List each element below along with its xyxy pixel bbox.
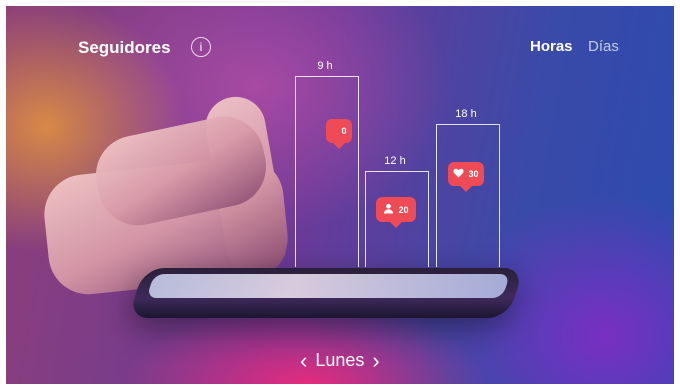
background-photo: Seguidores i Horas Días 9 h 0 12 h 20 18… (6, 6, 674, 384)
bar-9h (295, 76, 359, 267)
badge-value-9h: 0 (341, 126, 347, 136)
tab-dias[interactable]: Días (588, 38, 619, 55)
app-screen: Seguidores i Horas Días 9 h 0 12 h 20 18… (0, 0, 680, 390)
phone-screen (146, 274, 511, 298)
heart-icon (453, 168, 465, 180)
bar-badge-9h: 0 (326, 119, 352, 149)
badge-value-12h: 20 (398, 204, 409, 215)
user-icon (383, 203, 394, 216)
day-navigator: ‹ Lunes › (300, 349, 380, 371)
bar-badge-12h: 20 (376, 197, 416, 228)
phone-illustration (127, 268, 525, 318)
bar-label-9h: 9 h (317, 60, 333, 72)
bar-badge-18h: 30 (448, 162, 484, 192)
chevron-left-icon[interactable]: ‹ (300, 349, 307, 371)
page-title: Seguidores (78, 38, 171, 57)
bar-label-18h: 18 h (455, 108, 477, 120)
tab-horas[interactable]: Horas (530, 38, 573, 55)
badge-value-18h: 30 (468, 169, 479, 179)
bar-18h (436, 124, 500, 267)
info-icon[interactable]: i (191, 37, 211, 57)
bar-label-12h: 12 h (384, 155, 406, 167)
chevron-right-icon[interactable]: › (372, 349, 379, 371)
day-label: Lunes (315, 350, 365, 370)
